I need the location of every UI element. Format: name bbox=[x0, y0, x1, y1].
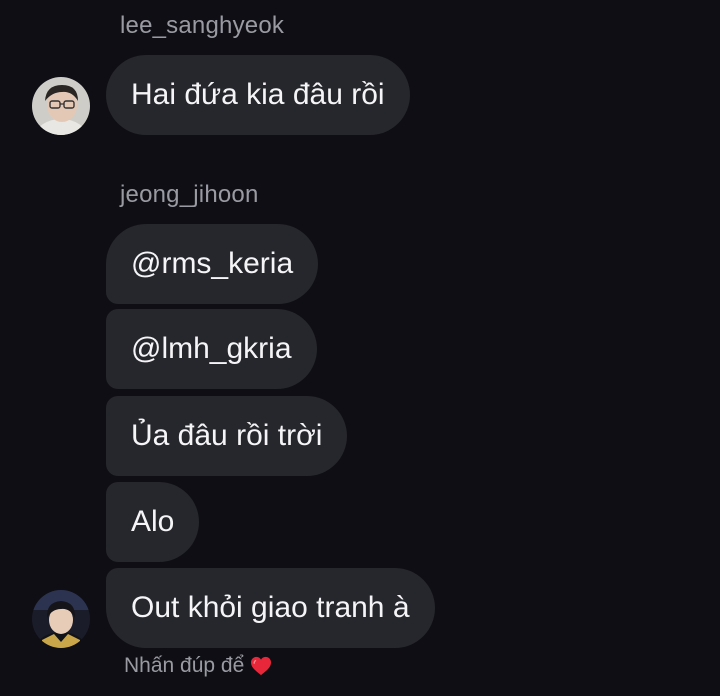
heart-icon bbox=[250, 656, 272, 676]
sender-name-jeong-jihoon: jeong_jihoon bbox=[120, 181, 259, 208]
message-bubble[interactable]: @rms_keria bbox=[106, 224, 319, 304]
message-bubble[interactable]: Alo bbox=[106, 482, 200, 562]
avatar-jeong-jihoon[interactable] bbox=[32, 590, 90, 648]
message-bubble[interactable]: Out khỏi giao tranh à bbox=[106, 568, 435, 648]
user-avatar-photo-icon bbox=[32, 590, 90, 648]
message-bubble[interactable]: @lmh_gkria bbox=[106, 309, 317, 389]
double-tap-hint: Nhấn đúp để bbox=[124, 654, 272, 678]
chat-thread: lee_sanghyeok Hai đứa kia đâu rồi jeong_… bbox=[0, 0, 720, 696]
sender-name-lee-sanghyeok: lee_sanghyeok bbox=[120, 12, 285, 39]
message-bubble[interactable]: Ủa đâu rồi trời bbox=[106, 396, 348, 476]
double-tap-hint-text: Nhấn đúp để bbox=[124, 654, 245, 677]
user-avatar-photo-icon bbox=[32, 77, 90, 135]
message-bubble[interactable]: Hai đứa kia đâu rồi bbox=[106, 55, 410, 135]
avatar-lee-sanghyeok[interactable] bbox=[32, 77, 90, 135]
